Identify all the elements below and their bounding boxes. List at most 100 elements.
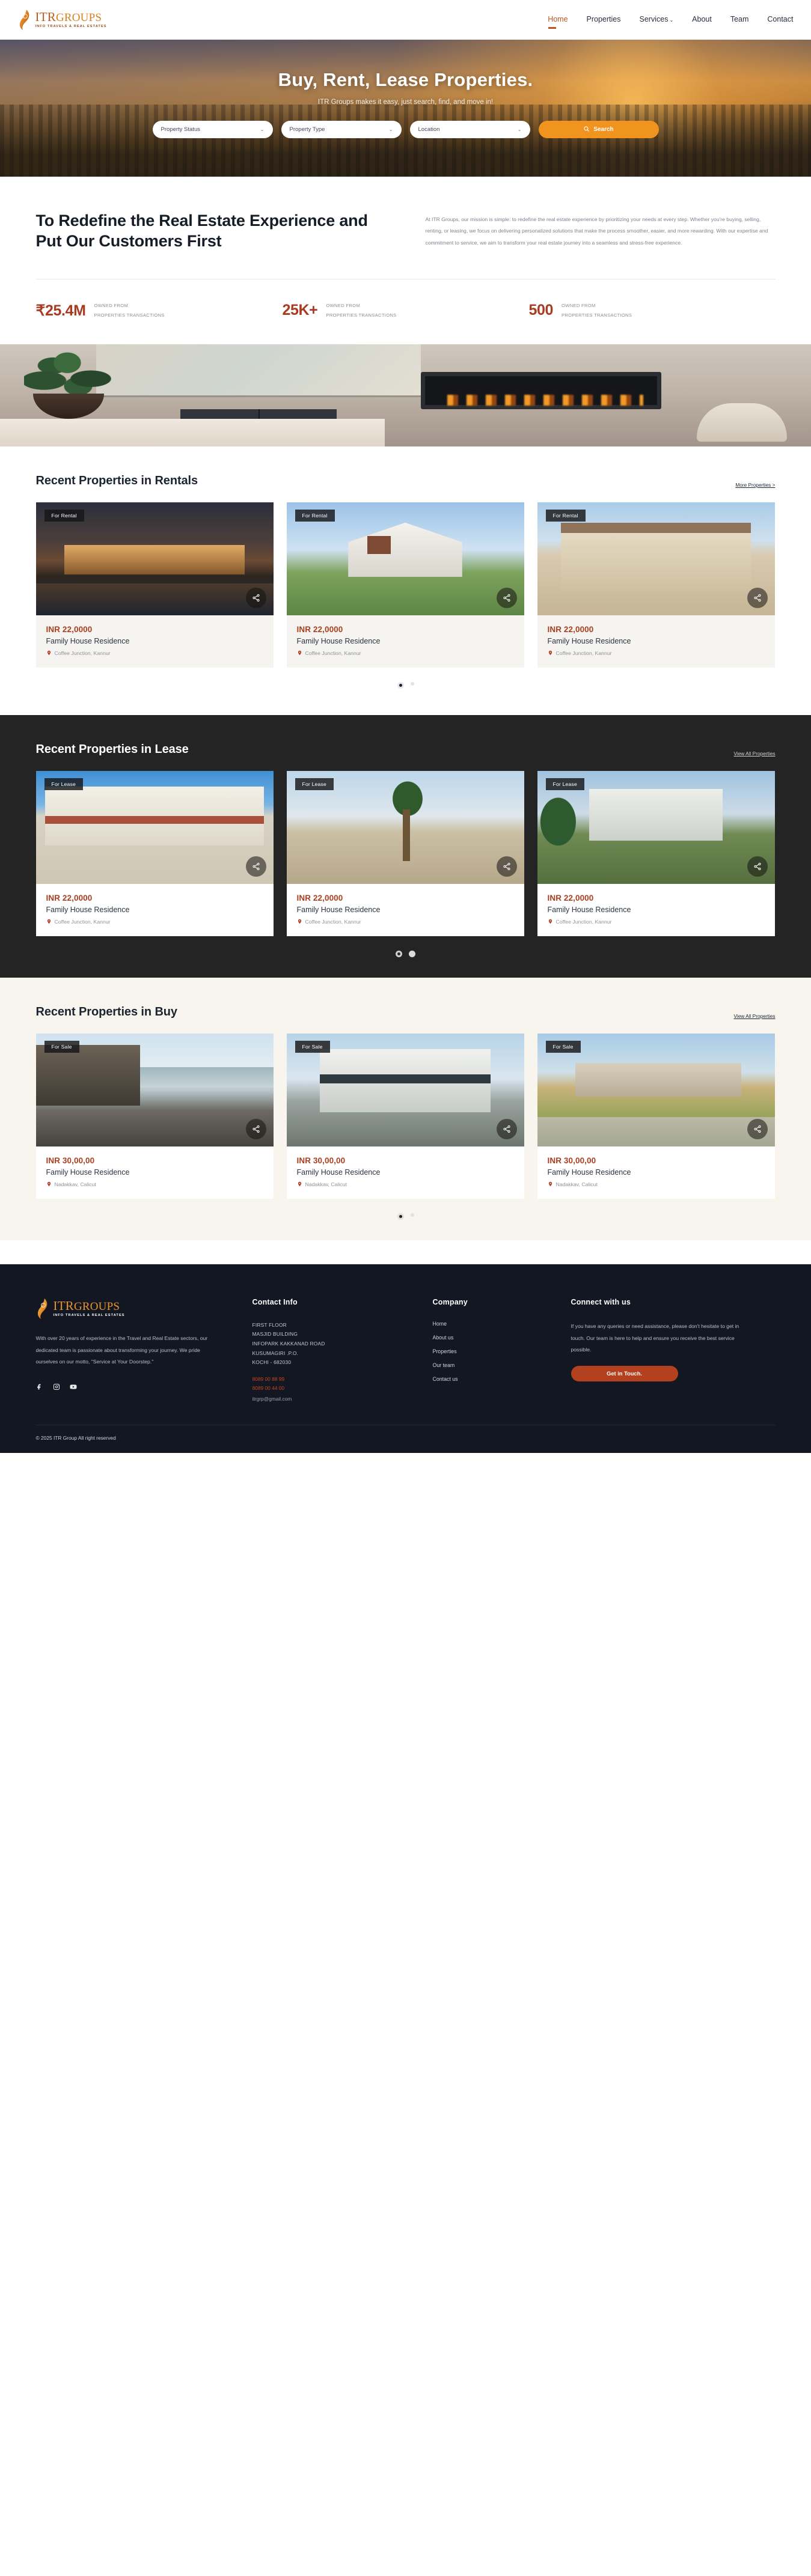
property-card[interactable]: For Lease INR 22,0000 Family House Residen… (286, 770, 524, 936)
property-location: Coffee Junction, Kannur (46, 650, 263, 657)
section-header: Recent Properties in Buy View All Propert… (36, 1005, 776, 1019)
contact-phone-2[interactable]: 8089 00 44 00 (252, 1384, 433, 1393)
carousel-dots (36, 1199, 776, 1220)
nav-item-services[interactable]: Services ⌄ (640, 15, 674, 25)
nav-item-label: Contact (767, 14, 794, 23)
carousel-dot[interactable] (396, 950, 402, 957)
contact-email[interactable]: itrgrp@gmail.com (252, 1396, 433, 1402)
contact-heading: Contact Info (252, 1297, 298, 1306)
footer-link-home[interactable]: Home (433, 1321, 571, 1327)
property-price: INR 22,0000 (547, 624, 594, 634)
youtube-icon[interactable] (70, 1383, 77, 1393)
carousel-dot[interactable] (397, 681, 404, 689)
select-property-status[interactable]: Property Status ⌄ (152, 121, 273, 138)
footer-link-our-team[interactable]: Our team (433, 1362, 571, 1368)
property-card[interactable]: For Rental INR 22,0000 Family House Reside… (286, 502, 524, 668)
property-details: INR 22,0000 Family House Residence Coffee … (287, 615, 524, 668)
address-line: MASJID BUILDING (252, 1331, 298, 1338)
property-location-text: Coffee Junction, Kannur (555, 919, 612, 925)
location-pin-icon (46, 919, 52, 925)
property-card[interactable]: For Rental INR 22,0000 Family House Reside… (35, 502, 274, 668)
property-image: For Sale (537, 1033, 775, 1146)
footer-company-column: Company Home About us Properties Our team Co… (433, 1298, 571, 1402)
property-card[interactable]: For Sale INR 30,00,00 Family House Residen… (286, 1033, 524, 1199)
property-image: For Rental (286, 502, 524, 615)
footer-logo[interactable]: ITRGROUPS INFO TRAVELS & REAL ESTATES (36, 1298, 252, 1320)
share-icon[interactable] (496, 1118, 517, 1139)
property-location: Nadakkav, Calicut (548, 1181, 765, 1188)
share-icon[interactable] (245, 856, 266, 877)
logo-name-secondary: GROUPS (55, 11, 102, 25)
property-card[interactable]: For Lease INR 22,0000 Family House Residen… (35, 770, 274, 936)
about-section: To Redefine the Real Estate Experience a… (0, 177, 811, 344)
footer-link-properties[interactable]: Properties (433, 1348, 571, 1354)
footer-logo-name-secondary: GROUPS (73, 1300, 120, 1314)
section-header: Recent Properties in Rentals More Propert… (36, 474, 776, 488)
footer-link-contact-us[interactable]: Contact us (433, 1376, 571, 1382)
stat-label: OWNED FROM PROPERTIES TRANSACTIONS (94, 301, 165, 320)
share-icon[interactable] (747, 1118, 768, 1139)
share-icon[interactable] (245, 587, 266, 608)
property-section-dark: Recent Properties in Lease View All Prope… (0, 714, 811, 978)
company-heading: Company (432, 1297, 468, 1306)
nav-item-team[interactable]: Team (730, 15, 749, 25)
facebook-icon[interactable] (36, 1383, 43, 1393)
share-icon[interactable] (747, 856, 768, 877)
get-in-touch-button[interactable]: Get in Touch. (571, 1366, 678, 1382)
stat-label-line2: PROPERTIES TRANSACTIONS (562, 312, 632, 318)
property-card[interactable]: For Sale INR 30,00,00 Family House Residen… (537, 1033, 775, 1199)
select-property-type[interactable]: Property Type ⌄ (281, 121, 402, 138)
carousel-dot[interactable] (410, 681, 414, 686)
interior-photo-banner (0, 344, 811, 446)
search-button[interactable]: Search (538, 121, 659, 138)
plant-pot (33, 393, 104, 419)
section-title: Recent Properties in Lease (35, 742, 189, 756)
property-card[interactable]: For Lease INR 22,0000 Family House Residen… (537, 770, 775, 936)
property-details: INR 30,00,00 Family House Residence Nadakk… (36, 1146, 274, 1199)
section-title: Recent Properties in Buy (35, 1005, 178, 1019)
footer-link-about-us[interactable]: About us (433, 1335, 571, 1341)
property-image: For Rental (35, 502, 274, 615)
nav-item-properties[interactable]: Properties (587, 15, 621, 25)
stat-item: 25K+ OWNED FROM PROPERTIES TRANSACTIONS (283, 301, 529, 320)
property-image: For Rental (537, 502, 775, 615)
property-status-badge: For Rental (44, 509, 84, 522)
select-location[interactable]: Location ⌄ (409, 121, 530, 138)
section-more-link[interactable]: View All Properties (733, 751, 775, 757)
section-more-link[interactable]: More Properties > (735, 482, 775, 488)
fireplace-flames (439, 394, 643, 406)
main-navigation: Home Properties Services ⌄ About Team Contact (548, 15, 794, 29)
location-pin-icon (297, 919, 302, 925)
property-card[interactable]: For Rental INR 22,0000 Family House Reside… (537, 502, 775, 668)
section-more-link[interactable]: View All Properties (733, 1013, 775, 1019)
property-status-badge: For Sale (44, 1040, 79, 1053)
brand-logo[interactable]: ITRGROUPS INFO TRAVELS & REAL ESTATES (18, 9, 107, 31)
stat-label-line1: OWNED FROM (562, 303, 596, 309)
select-value: Property Status (161, 126, 200, 133)
address-line: FIRST FLOOR (252, 1321, 287, 1328)
property-location: Coffee Junction, Kannur (46, 919, 263, 925)
nav-item-label: Properties (586, 14, 621, 23)
nav-item-about[interactable]: About (692, 15, 712, 25)
site-footer: ITRGROUPS INFO TRAVELS & REAL ESTATES Wi… (0, 1264, 811, 1453)
property-section-cream: Recent Properties in Buy View All Propert… (0, 977, 811, 1240)
carousel-dot[interactable] (409, 950, 415, 957)
share-icon[interactable] (496, 587, 517, 608)
nav-item-home[interactable]: Home (548, 15, 568, 29)
share-icon[interactable] (245, 1118, 266, 1139)
property-location: Coffee Junction, Kannur (548, 919, 765, 925)
carousel-dot[interactable] (397, 1213, 404, 1220)
instagram-icon[interactable] (53, 1383, 60, 1393)
hero-subtitle: ITR Groups makes it easy, just search, f… (317, 99, 494, 106)
property-location: Coffee Junction, Kannur (548, 650, 765, 657)
carousel-dot[interactable] (410, 1213, 414, 1217)
property-card[interactable]: For Sale INR 30,00,00 Family House Residen… (35, 1033, 274, 1199)
stat-label-line2: PROPERTIES TRANSACTIONS (326, 312, 397, 318)
nav-item-contact[interactable]: Contact (767, 15, 793, 25)
chair (697, 403, 787, 442)
share-icon[interactable] (747, 587, 768, 608)
property-details: INR 22,0000 Family House Residence Coffee … (287, 884, 524, 936)
share-icon[interactable] (496, 856, 517, 877)
flame-ribbon-icon (36, 1298, 49, 1320)
contact-phone-1[interactable]: 8089 00 88 99 (252, 1375, 433, 1384)
